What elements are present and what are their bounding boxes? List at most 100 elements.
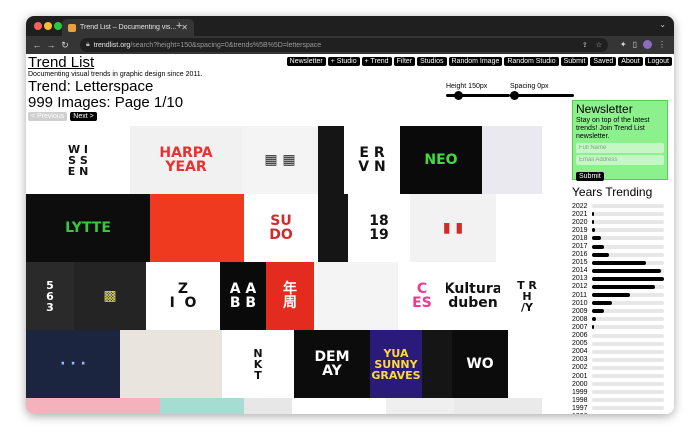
- image-thumbnail[interactable]: [318, 194, 348, 262]
- extensions-puzzle-icon[interactable]: ✦: [620, 40, 627, 49]
- year-row[interactable]: 2001: [572, 372, 668, 380]
- spacing-slider-thumb[interactable]: [510, 91, 519, 100]
- year-row[interactable]: 2022: [572, 202, 668, 210]
- image-thumbnail[interactable]: SU DO: [244, 194, 318, 262]
- image-thumbnail[interactable]: [244, 398, 292, 414]
- image-thumbnail[interactable]: C ES: [398, 262, 446, 330]
- height-slider-thumb[interactable]: [454, 91, 464, 100]
- reload-button[interactable]: ↻: [58, 40, 72, 51]
- nav-button-studio[interactable]: + Studio: [327, 57, 360, 66]
- nav-button-filter[interactable]: Filter: [393, 57, 416, 66]
- image-thumbnail[interactable]: [26, 398, 160, 414]
- profile-avatar-icon[interactable]: [643, 40, 652, 49]
- maximize-window-button[interactable]: [54, 22, 62, 30]
- year-row[interactable]: 2000: [572, 380, 668, 388]
- address-bar[interactable]: 🔒︎ trendlist.org/search?height=150&spaci…: [80, 38, 608, 52]
- year-row[interactable]: 2010: [572, 299, 668, 307]
- nav-button-submit[interactable]: Submit: [560, 57, 589, 66]
- minimize-window-button[interactable]: [44, 22, 52, 30]
- image-thumbnail[interactable]: [150, 194, 244, 262]
- year-row[interactable]: 2019: [572, 226, 668, 234]
- image-thumbnail[interactable]: T R H /Y: [500, 262, 554, 330]
- image-thumbnail[interactable]: Kultura duben: [446, 262, 500, 330]
- spacing-slider[interactable]: [510, 91, 574, 100]
- forward-button[interactable]: →: [44, 40, 58, 50]
- image-thumbnail[interactable]: Z I O: [146, 262, 220, 330]
- back-button[interactable]: ←: [30, 40, 44, 50]
- image-thumbnail[interactable]: WO: [452, 330, 508, 398]
- nav-button-random-image[interactable]: Random Image: [448, 57, 503, 66]
- year-row[interactable]: 2002: [572, 364, 668, 372]
- image-thumbnail[interactable]: 年 周: [266, 262, 314, 330]
- image-thumbnail[interactable]: ▦ ▦: [242, 126, 318, 194]
- year-row[interactable]: 2014: [572, 267, 668, 275]
- sidebar-icon[interactable]: ▯: [633, 40, 637, 49]
- image-thumbnail[interactable]: [318, 126, 344, 194]
- year-row[interactable]: 2006: [572, 332, 668, 340]
- newsletter-submit-button[interactable]: Submit: [576, 172, 604, 181]
- next-page-button[interactable]: Next >: [70, 112, 97, 121]
- image-thumbnail[interactable]: [422, 330, 452, 398]
- image-thumbnail[interactable]: LYTTE: [26, 194, 150, 262]
- bookmark-star-icon[interactable]: ☆: [596, 41, 602, 49]
- image-thumbnail[interactable]: W I S S E N: [26, 126, 130, 194]
- nav-button-logout[interactable]: Logout: [644, 57, 672, 66]
- year-row[interactable]: 2004: [572, 348, 668, 356]
- image-thumbnail[interactable]: N K T: [222, 330, 294, 398]
- year-row[interactable]: 2009: [572, 307, 668, 315]
- image-thumbnail[interactable]: [496, 194, 542, 262]
- image-thumbnail[interactable]: 18 19: [348, 194, 410, 262]
- close-window-button[interactable]: [34, 22, 42, 30]
- year-row[interactable]: 1999: [572, 388, 668, 396]
- image-thumbnail[interactable]: ▩: [74, 262, 146, 330]
- year-row[interactable]: 2020: [572, 218, 668, 226]
- menu-kebab-icon[interactable]: ⋮: [658, 40, 666, 49]
- year-row[interactable]: 1998: [572, 396, 668, 404]
- nav-button-studios[interactable]: Studios: [417, 57, 447, 66]
- previous-page-button[interactable]: < Previous: [28, 112, 68, 121]
- nav-button-random-studio[interactable]: Random Studio: [504, 57, 559, 66]
- year-row[interactable]: 1996: [572, 412, 668, 414]
- tab-trend-list[interactable]: Trend List – Documenting vis... ✕: [62, 19, 194, 36]
- nav-button-about[interactable]: About: [618, 57, 643, 66]
- image-thumbnail[interactable]: 5 6 3: [26, 262, 74, 330]
- year-row[interactable]: 2013: [572, 275, 668, 283]
- email-address-input[interactable]: [576, 155, 664, 165]
- image-thumbnail[interactable]: · · ·: [26, 330, 120, 398]
- year-row[interactable]: 2003: [572, 356, 668, 364]
- image-thumbnail[interactable]: [160, 398, 244, 414]
- image-thumbnail[interactable]: HARPA YEAR: [130, 126, 242, 194]
- year-row[interactable]: 2011: [572, 291, 668, 299]
- image-thumbnail[interactable]: A A B B: [220, 262, 266, 330]
- image-thumbnail[interactable]: [120, 330, 222, 398]
- year-row[interactable]: 2012: [572, 283, 668, 291]
- image-thumbnail[interactable]: ▮ ▮: [410, 194, 496, 262]
- tab-search-icon[interactable]: ⌄: [659, 20, 666, 29]
- nav-button-trend[interactable]: + Trend: [361, 57, 392, 66]
- year-row[interactable]: 2017: [572, 242, 668, 250]
- image-thumbnail[interactable]: NEO: [400, 126, 482, 194]
- image-thumbnail[interactable]: E R V N: [344, 126, 400, 194]
- nav-button-saved[interactable]: Saved: [590, 57, 617, 66]
- year-row[interactable]: 2015: [572, 259, 668, 267]
- year-row[interactable]: 2018: [572, 234, 668, 242]
- image-thumbnail[interactable]: [454, 398, 542, 414]
- site-title-link[interactable]: Trend List: [28, 54, 94, 71]
- image-thumbnail[interactable]: DEM AY: [294, 330, 370, 398]
- image-thumbnail[interactable]: [482, 126, 542, 194]
- height-slider[interactable]: [446, 91, 510, 100]
- year-row[interactable]: 1997: [572, 404, 668, 412]
- share-icon[interactable]: ⇪: [582, 41, 588, 49]
- year-row[interactable]: 2008: [572, 315, 668, 323]
- year-row[interactable]: 2007: [572, 323, 668, 331]
- year-row[interactable]: 2005: [572, 340, 668, 348]
- image-thumbnail[interactable]: [292, 398, 386, 414]
- image-thumbnail[interactable]: YUA SUNNY GRAVES: [370, 330, 422, 398]
- year-row[interactable]: 2016: [572, 251, 668, 259]
- year-row[interactable]: 2021: [572, 210, 668, 218]
- nav-button-newsletter[interactable]: Newsletter: [286, 57, 326, 66]
- full-name-input[interactable]: [576, 143, 664, 153]
- image-thumbnail[interactable]: [314, 262, 398, 330]
- new-tab-button[interactable]: +: [176, 19, 182, 33]
- image-thumbnail[interactable]: [386, 398, 454, 414]
